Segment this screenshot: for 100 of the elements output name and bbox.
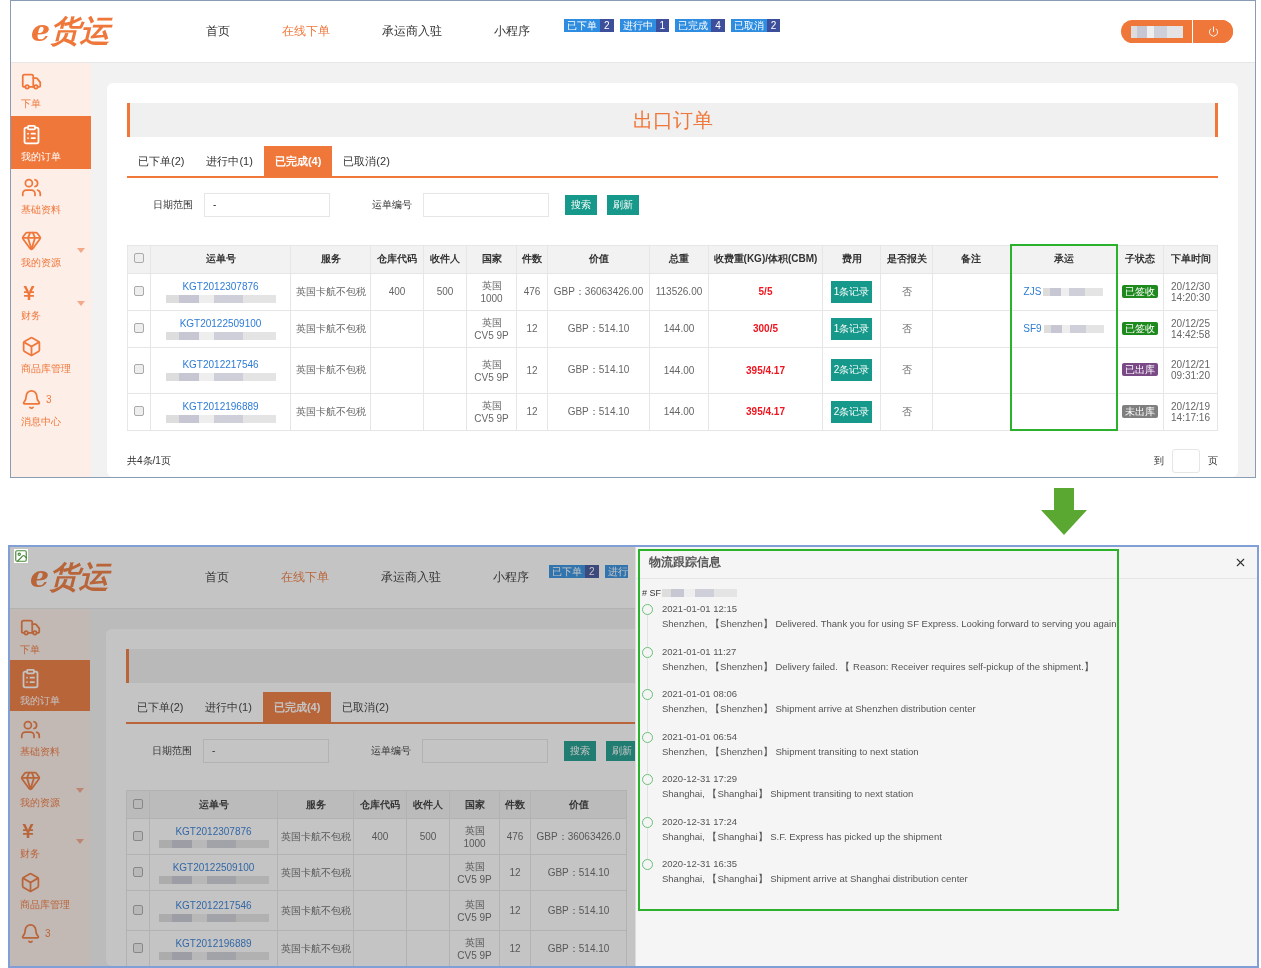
country-name: 英国 [480, 279, 503, 293]
country-name: 英国 [480, 357, 503, 372]
user-menu[interactable] [1121, 20, 1233, 43]
order-status-badge[interactable]: 已完成 4 [675, 19, 725, 32]
row-checkbox[interactable] [134, 364, 144, 374]
date-range-field[interactable]: - [203, 739, 329, 763]
sidebar-item[interactable]: 商品库管理 [11, 328, 91, 381]
table-cell-text: 英国卡航不包税 [294, 284, 367, 299]
table-cell-text: 12 [525, 364, 539, 376]
fee-records-button[interactable]: 2条记录 [830, 400, 873, 423]
postal-code: CV5 9P [456, 874, 493, 885]
order-status-badge[interactable]: 已下单 2 [549, 565, 599, 578]
order-status-badge[interactable]: 已取消 2 [730, 19, 781, 32]
yen-icon [20, 823, 36, 839]
select-all-checkbox[interactable] [134, 253, 144, 263]
page-label: 页 [1208, 454, 1218, 468]
refresh-button[interactable]: 刷新 [606, 741, 638, 761]
row-checkbox[interactable] [133, 904, 143, 915]
nav-link[interactable]: 在线下单 [282, 23, 330, 40]
sidebar-item[interactable]: 财务 [11, 275, 91, 328]
event-text: Shanghai, 【Shanghai】 Shipment transiting to next station [662, 787, 915, 801]
column-header: 仓库代码 [370, 245, 424, 273]
sidebar-item[interactable]: 下单 [11, 63, 91, 116]
power-icon [1207, 26, 1219, 37]
sidebar-item[interactable]: 财务 [10, 813, 90, 864]
close-icon [1234, 556, 1247, 569]
order-tab[interactable]: 已取消(2) [331, 692, 400, 722]
row-checkbox[interactable] [134, 322, 144, 333]
close-button[interactable] [1234, 556, 1247, 569]
order-tab[interactable]: 已取消(2) [332, 146, 401, 176]
order-time: 09:31:20 [1170, 370, 1211, 381]
nav-link[interactable]: 在线下单 [281, 569, 329, 586]
table-cell-text: GBP：36063426.0 [535, 829, 622, 844]
message-count: 3 [45, 927, 51, 939]
search-button[interactable]: 搜索 [564, 741, 596, 761]
table-cell-text: 英国卡航不包税 [280, 865, 351, 880]
sidebar-item[interactable]: 我的资源 [11, 222, 91, 275]
status-tag: 未出库 [1122, 404, 1159, 418]
logo[interactable]: e货运 [30, 557, 205, 598]
order-tab[interactable]: 已完成(4) [262, 692, 332, 722]
select-all-checkbox[interactable] [133, 798, 143, 809]
table-cell-text: 12 [525, 323, 539, 334]
column-header: 下单时间 [1163, 245, 1218, 273]
sidebar-item[interactable]: 我的资源 [10, 762, 90, 813]
column-header: 价值 [530, 790, 627, 819]
table-cell-text: 否 [900, 284, 913, 299]
sidebar-item[interactable]: 商品库管理 [10, 864, 90, 915]
order-tab[interactable]: 已下单(2) [126, 692, 195, 722]
order-tab[interactable]: 已下单(2) [127, 146, 196, 176]
row-checkbox[interactable] [133, 830, 143, 841]
nav-link[interactable]: 承运商入驻 [381, 569, 441, 586]
order-time: 14:20:30 [1170, 291, 1211, 303]
search-button[interactable]: 搜索 [565, 195, 597, 215]
page-number-field[interactable] [1172, 449, 1200, 473]
event-text: Shanghai, 【Shanghai】 S.F. Express has picked up the shipment [662, 829, 943, 844]
fee-records-button[interactable]: 1条记录 [830, 317, 873, 340]
order-tab[interactable]: 进行中(1) [194, 692, 263, 722]
sidebar-item[interactable]: 基础资料 [11, 169, 91, 222]
table-cell-text: 113526.00 [654, 286, 704, 297]
logo[interactable]: e货运 [31, 11, 206, 52]
order-date: 20/12/25 [1170, 317, 1211, 329]
column-header: 备注 [932, 245, 1011, 273]
event-time: 2021-01-01 06:54 [662, 729, 738, 744]
nav-link[interactable]: 承运商入驻 [382, 23, 442, 40]
row-checkbox[interactable] [133, 866, 143, 877]
order-status-badge[interactable]: 已下单 2 [564, 19, 614, 32]
column-header: 收件人 [406, 790, 450, 819]
order-tab[interactable]: 已完成(4) [263, 146, 333, 176]
row-checkbox[interactable] [134, 285, 144, 296]
nav-link[interactable]: 小程序 [493, 569, 529, 586]
table-cell-text: 英国卡航不包税 [280, 903, 351, 918]
waybill-field[interactable] [423, 193, 549, 217]
table-cell-text: 否 [900, 321, 913, 336]
nav-link[interactable]: 首页 [205, 569, 229, 586]
nav-link[interactable]: 小程序 [494, 23, 530, 40]
carrier-link[interactable]: SF9 [1023, 323, 1042, 334]
fee-records-button[interactable]: 1条记录 [830, 280, 873, 303]
sidebar-item[interactable]: 我的订单 [11, 116, 91, 169]
blurred-text [1043, 287, 1104, 296]
order-status-badge[interactable]: 进行 [604, 565, 628, 578]
date-range-field[interactable]: - [204, 193, 330, 217]
refresh-button[interactable]: 刷新 [607, 195, 639, 215]
order-status-badge[interactable]: 进行中 1 [619, 19, 670, 32]
sidebar-item[interactable]: 3 [10, 915, 90, 966]
order-tab[interactable]: 进行中(1) [195, 146, 264, 176]
tracking-number: # SF [642, 588, 661, 598]
sidebar-item[interactable]: 3 消息中心 [11, 381, 91, 434]
carrier-link[interactable]: ZJS [1023, 286, 1042, 297]
table-cell-text: GBP：514.10 [566, 404, 631, 419]
sidebar-item[interactable]: 下单 [10, 609, 90, 660]
table-cell-text: 12 [508, 905, 522, 916]
nav-link[interactable]: 首页 [206, 23, 230, 40]
table-cell-text: 12 [508, 867, 522, 878]
postal-code: 1000 [479, 293, 504, 304]
row-checkbox[interactable] [134, 405, 144, 416]
fee-records-button[interactable]: 2条记录 [830, 359, 873, 381]
row-checkbox[interactable] [133, 942, 143, 953]
sidebar-item[interactable]: 我的订单 [10, 660, 90, 711]
sidebar-item[interactable]: 基础资料 [10, 711, 90, 762]
postal-code: CV5 9P [473, 371, 510, 383]
